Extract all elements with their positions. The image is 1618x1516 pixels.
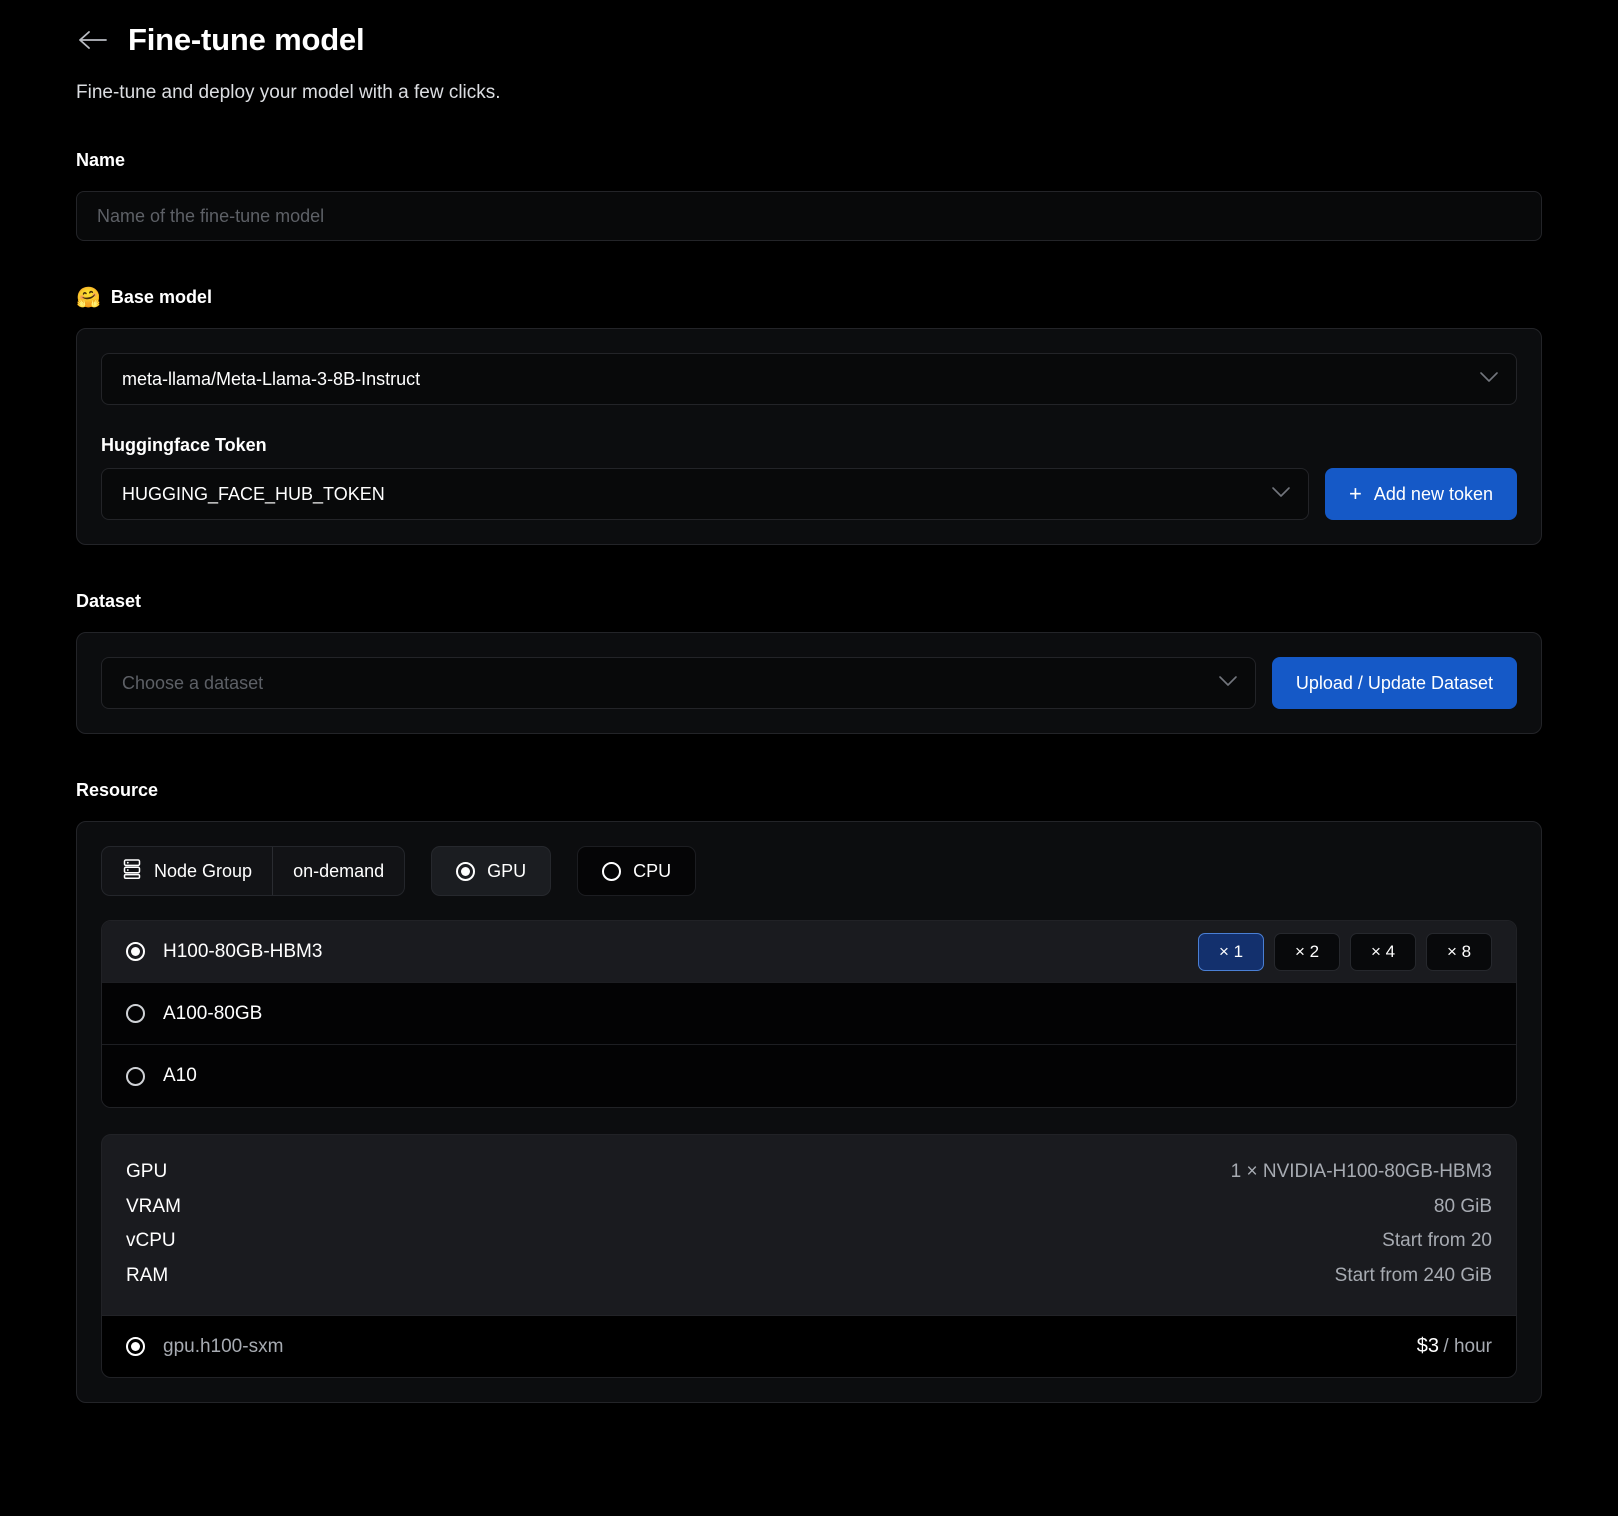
gpu-multiplier-x1[interactable]: × 1 (1198, 932, 1264, 971)
arrow-left-icon[interactable] (76, 23, 110, 57)
server-stack-icon (122, 858, 142, 885)
base-model-section: 🤗 Base model meta-llama/Meta-Llama-3-8B-… (76, 287, 1542, 545)
base-model-label-text: Base model (110, 287, 212, 307)
hf-token-row: HUGGING_FACE_HUB_TOKEN + Add new token (101, 468, 1517, 520)
gpu-option-h100-label: H100-80GB-HBM3 (163, 940, 323, 962)
hf-token-label: Huggingface Token (101, 435, 267, 455)
plus-icon: + (1349, 481, 1362, 506)
radio-icon (602, 861, 622, 881)
hf-token-select[interactable]: HUGGING_FACE_HUB_TOKEN (101, 468, 1310, 520)
page-subtitle: Fine-tune and deploy your model with a f… (76, 82, 501, 103)
compute-toggle-cpu[interactable]: CPU (577, 846, 697, 896)
gpu-option-a100-label: A100-80GB (163, 1002, 263, 1024)
radio-icon (126, 1066, 145, 1086)
instance-price-unit: / hour (1443, 1336, 1492, 1358)
dataset-select-value[interactable]: Choose a dataset (101, 657, 1256, 709)
radio-icon (126, 1337, 145, 1357)
spec-value-vcpu: Start from 20 (1382, 1230, 1492, 1252)
resource-label: Resource (76, 780, 159, 800)
page-title: Fine-tune model (128, 22, 365, 57)
node-group-value: on-demand (293, 860, 385, 881)
add-new-token-label: Add new token (1373, 483, 1493, 504)
dataset-panel: Choose a dataset Upload / Update Dataset (76, 632, 1542, 734)
base-model-panel: meta-llama/Meta-Llama-3-8B-Instruct Hugg… (76, 328, 1542, 545)
gpu-option-h100[interactable]: H100-80GB-HBM3 × 1 × 2 × 4 × 8 (102, 921, 1516, 983)
spec-key-vram: VRAM (126, 1195, 181, 1217)
gpu-multiplier-x8[interactable]: × 8 (1426, 932, 1492, 971)
spec-key-ram: RAM (126, 1264, 169, 1286)
hugging-face-icon: 🤗 (76, 286, 101, 309)
base-model-label: 🤗 Base model (76, 287, 1542, 308)
gpu-multiplier-x4[interactable]: × 4 (1350, 932, 1416, 971)
fine-tune-page: Fine-tune model Fine-tune and deploy you… (0, 0, 1618, 1404)
spec-value-vram: 80 GiB (1433, 1195, 1492, 1217)
gpu-multiplier-x2[interactable]: × 2 (1274, 932, 1340, 971)
name-section: Name (76, 150, 1542, 241)
node-group-label-cell: Node Group (102, 847, 272, 895)
resource-chip-row: Node Group on-demand GPU CPU (101, 846, 1517, 896)
radio-icon (126, 942, 145, 961)
instance-name: gpu.h100-sxm (163, 1335, 284, 1357)
gpu-option-list: H100-80GB-HBM3 × 1 × 2 × 4 × 8 A100-80GB (101, 920, 1517, 1108)
spec-row-vram: VRAM 80 GiB (126, 1190, 1492, 1225)
spec-key-vcpu: vCPU (126, 1230, 176, 1252)
resource-panel: Node Group on-demand GPU CPU H100-80GB-H… (76, 821, 1542, 1404)
name-input[interactable] (76, 191, 1542, 241)
dataset-label: Dataset (76, 591, 142, 611)
instance-price-amount: $3 (1416, 1335, 1439, 1358)
gpu-option-h100-left: H100-80GB-HBM3 (126, 941, 322, 963)
instance-spec-card: GPU 1 × NVIDIA-H100-80GB-HBM3 VRAM 80 Gi… (101, 1134, 1517, 1379)
gpu-option-a100[interactable]: A100-80GB (102, 983, 1516, 1045)
base-model-select[interactable]: meta-llama/Meta-Llama-3-8B-Instruct (101, 353, 1517, 405)
spec-key-gpu: GPU (126, 1161, 168, 1182)
name-label: Name (76, 150, 126, 170)
spec-row-gpu: GPU 1 × NVIDIA-H100-80GB-HBM3 (126, 1155, 1492, 1190)
resource-section: Resource Node Group on-demand GPU CPU H1… (76, 780, 1542, 1404)
hf-token-select-value[interactable]: HUGGING_FACE_HUB_TOKEN (101, 468, 1310, 520)
radio-icon (126, 1004, 145, 1023)
upload-update-dataset-label: Upload / Update Dataset (1295, 672, 1493, 693)
node-group-label: Node Group (154, 860, 253, 881)
compute-toggle-cpu-label: CPU (633, 860, 672, 881)
gpu-option-a10-label: A10 (163, 1065, 197, 1086)
gpu-option-a10-left: A10 (126, 1065, 197, 1087)
spec-row-ram: RAM Start from 240 GiB (126, 1259, 1492, 1294)
spec-value-gpu: 1 × NVIDIA-H100-80GB-HBM3 (1230, 1161, 1492, 1182)
gpu-option-a100-left: A100-80GB (126, 1003, 262, 1025)
compute-toggle-gpu-label: GPU (487, 860, 527, 881)
spec-value-ram: Start from 240 GiB (1334, 1264, 1492, 1286)
compute-toggle-gpu[interactable]: GPU (431, 846, 552, 896)
instance-price: $3 / hour (1417, 1335, 1492, 1358)
node-group-chip[interactable]: Node Group on-demand (101, 846, 406, 896)
page-header: Fine-tune model (76, 0, 1542, 58)
spec-row-vcpu: vCPU Start from 20 (126, 1224, 1492, 1259)
dataset-row: Choose a dataset Upload / Update Dataset (101, 657, 1517, 709)
add-new-token-button[interactable]: + Add new token (1325, 468, 1517, 520)
gpu-multiplier-group: × 1 × 2 × 4 × 8 (1198, 932, 1492, 971)
base-model-select-value[interactable]: meta-llama/Meta-Llama-3-8B-Instruct (101, 353, 1517, 405)
instance-price-row[interactable]: gpu.h100-sxm $3 / hour (102, 1315, 1516, 1378)
radio-icon (456, 861, 476, 881)
instance-spec-body: GPU 1 × NVIDIA-H100-80GB-HBM3 VRAM 80 Gi… (102, 1135, 1516, 1315)
upload-update-dataset-button[interactable]: Upload / Update Dataset (1271, 657, 1517, 709)
instance-name-wrap: gpu.h100-sxm (126, 1336, 283, 1358)
dataset-section: Dataset Choose a dataset Upload / Update… (76, 591, 1542, 734)
gpu-option-a10[interactable]: A10 (102, 1045, 1516, 1107)
dataset-select[interactable]: Choose a dataset (101, 657, 1256, 709)
